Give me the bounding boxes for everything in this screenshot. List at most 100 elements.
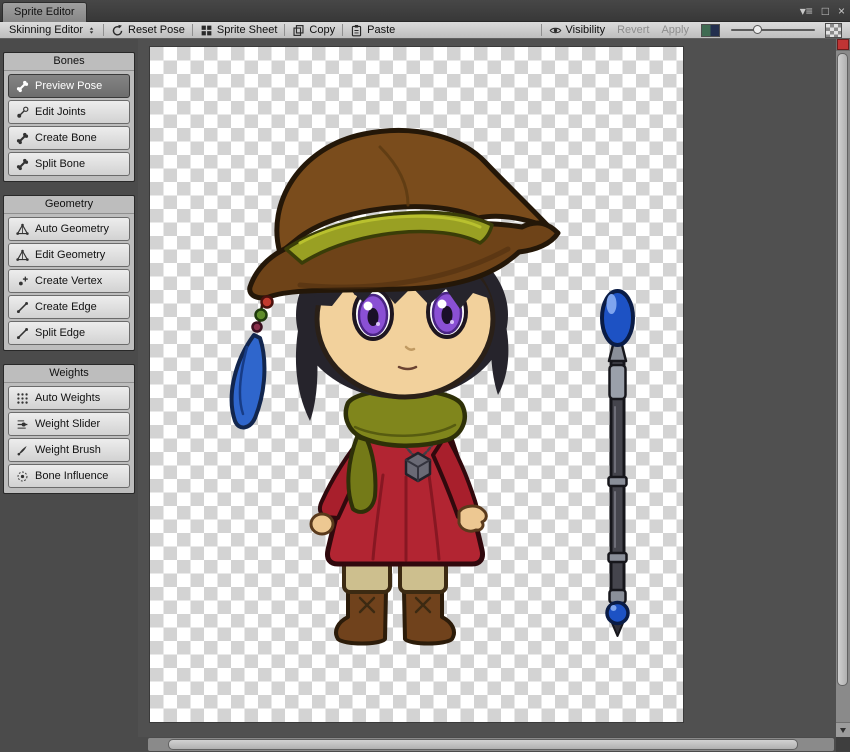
color-channel-swatch[interactable] <box>701 23 720 37</box>
split-bone-button[interactable]: Split Bone <box>8 152 130 176</box>
zoom-slider[interactable] <box>731 22 815 38</box>
window-menu-icon[interactable]: ▾≡ <box>800 5 813 17</box>
tool-label: Bone Influence <box>35 470 109 482</box>
mode-dropdown[interactable]: Skinning Editor <box>3 22 102 38</box>
create-edge-button[interactable]: Create Edge <box>8 295 130 319</box>
dropdown-arrows-icon <box>87 25 96 36</box>
staff <box>600 289 635 637</box>
vertical-scrollbar-thumb[interactable] <box>837 53 848 686</box>
panel-weights-header: Weights <box>4 365 134 383</box>
scrollbar-red-button[interactable] <box>837 39 849 50</box>
edge-icon <box>16 327 29 340</box>
weight-brush-button[interactable]: Weight Brush <box>8 438 130 462</box>
reset-pose-button[interactable]: Reset Pose <box>105 22 191 38</box>
vertex-icon <box>16 275 29 288</box>
edge-icon <box>16 301 29 314</box>
down-arrow-icon <box>840 728 846 736</box>
bone-influence-button[interactable]: Bone Influence <box>8 464 130 488</box>
mode-dropdown-label: Skinning Editor <box>9 24 83 36</box>
panel-bones: Bones Preview Pose Edit Joints Create Bo… <box>3 52 135 182</box>
copy-button[interactable]: Copy <box>286 22 341 38</box>
boots <box>334 559 456 646</box>
auto-weights-button[interactable]: Auto Weights <box>8 386 130 410</box>
reset-pose-label: Reset Pose <box>128 24 185 36</box>
horizontal-scrollbar-track[interactable] <box>148 738 834 751</box>
canvas-area <box>138 39 836 737</box>
titlebar: Sprite Editor ▾≡ □ × <box>0 0 850 22</box>
visibility-eye-icon <box>549 24 562 37</box>
close-icon[interactable]: × <box>838 5 845 17</box>
sidebar: Bones Preview Pose Edit Joints Create Bo… <box>0 39 138 737</box>
edit-geometry-button[interactable]: Edit Geometry <box>8 243 130 267</box>
scrollbar-corner <box>836 737 850 752</box>
revert-button[interactable]: Revert <box>611 22 655 38</box>
sprite-sheet-icon <box>200 24 213 37</box>
character-sprite <box>229 128 635 646</box>
panel-geometry-header: Geometry <box>4 196 134 214</box>
edit-joints-button[interactable]: Edit Joints <box>8 100 130 124</box>
tool-label: Auto Geometry <box>35 223 109 235</box>
apply-button[interactable]: Apply <box>655 22 695 38</box>
tool-label: Edit Geometry <box>35 249 106 261</box>
window-tab[interactable]: Sprite Editor <box>2 2 87 22</box>
toolbar-separator <box>540 24 542 36</box>
toolbar-separator <box>103 24 104 36</box>
horizontal-scrollbar-thumb[interactable] <box>168 739 798 750</box>
sprite-canvas[interactable] <box>149 46 684 723</box>
tool-label: Create Edge <box>35 301 97 313</box>
revert-label: Revert <box>617 24 650 36</box>
zoom-slider-thumb[interactable] <box>752 25 762 34</box>
maximize-icon[interactable]: □ <box>822 5 829 17</box>
preview-pose-button[interactable]: Preview Pose <box>8 74 130 98</box>
sprite-sheet-label: Sprite Sheet <box>216 24 278 36</box>
toolbar-right-group: Visibility Revert Apply <box>540 22 847 38</box>
scroll-down-button[interactable] <box>836 723 850 737</box>
texture-alpha-icon[interactable] <box>825 22 842 38</box>
tool-label: Auto Weights <box>35 392 101 404</box>
create-vertex-button[interactable]: Create Vertex <box>8 269 130 293</box>
toolbar-separator <box>284 24 286 36</box>
tool-label: Weight Slider <box>35 418 101 430</box>
vertical-scrollbar-track[interactable] <box>836 51 850 722</box>
slider-icon <box>16 418 29 431</box>
window-tab-label: Sprite Editor <box>14 6 75 18</box>
horizontal-scrollbar[interactable] <box>0 737 836 752</box>
visibility-button[interactable]: Visibility <box>543 22 612 38</box>
joint-icon <box>16 106 29 119</box>
sprite-sheet-button[interactable]: Sprite Sheet <box>194 22 284 38</box>
paste-button[interactable]: Paste <box>344 22 401 38</box>
toolbar: Skinning Editor Reset Pose Sprite Sheet … <box>0 22 850 39</box>
create-bone-button[interactable]: Create Bone <box>8 126 130 150</box>
copy-label: Copy <box>309 24 336 36</box>
weight-slider-button[interactable]: Weight Slider <box>8 412 130 436</box>
auto-geometry-button[interactable]: Auto Geometry <box>8 217 130 241</box>
split-edge-button[interactable]: Split Edge <box>8 321 130 345</box>
tool-label: Split Bone <box>35 158 86 170</box>
toolbar-separator <box>191 24 193 36</box>
paste-label: Paste <box>367 24 396 36</box>
tool-label: Create Bone <box>35 132 97 144</box>
tool-label: Create Vertex <box>35 275 103 287</box>
tool-label: Preview Pose <box>35 80 103 92</box>
tool-label: Weight Brush <box>35 444 101 456</box>
paste-icon <box>350 24 363 37</box>
brush-icon <box>16 444 29 457</box>
tool-label: Split Edge <box>35 327 86 339</box>
weights-icon <box>16 392 29 405</box>
influence-icon <box>16 470 29 483</box>
apply-label: Apply <box>661 24 689 36</box>
visibility-label: Visibility <box>565 24 606 36</box>
reset-pose-icon <box>111 24 124 37</box>
mesh-icon <box>16 249 29 262</box>
zoom-slider-track <box>731 29 815 31</box>
copy-icon <box>292 24 305 37</box>
bone-icon <box>16 132 29 145</box>
bone-icon <box>16 158 29 171</box>
hat-charm <box>229 295 274 430</box>
tool-label: Edit Joints <box>35 106 86 118</box>
vertical-scrollbar[interactable] <box>836 39 850 737</box>
bone-icon <box>16 80 29 93</box>
panel-weights: Weights Auto Weights Weight Slider Weigh… <box>3 364 135 494</box>
hat <box>247 128 561 301</box>
toolbar-separator <box>342 24 344 36</box>
